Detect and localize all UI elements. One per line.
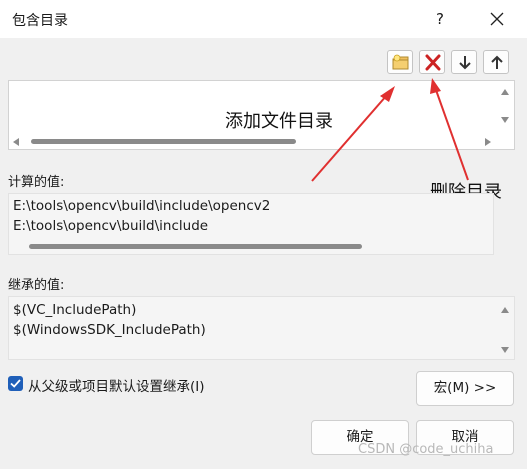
- arrow-to-new-folder: [311, 94, 388, 182]
- annotation-arrows: [311, 78, 469, 182]
- arrow-to-delete: [435, 89, 469, 181]
- arrow-head-delete: [430, 78, 441, 94]
